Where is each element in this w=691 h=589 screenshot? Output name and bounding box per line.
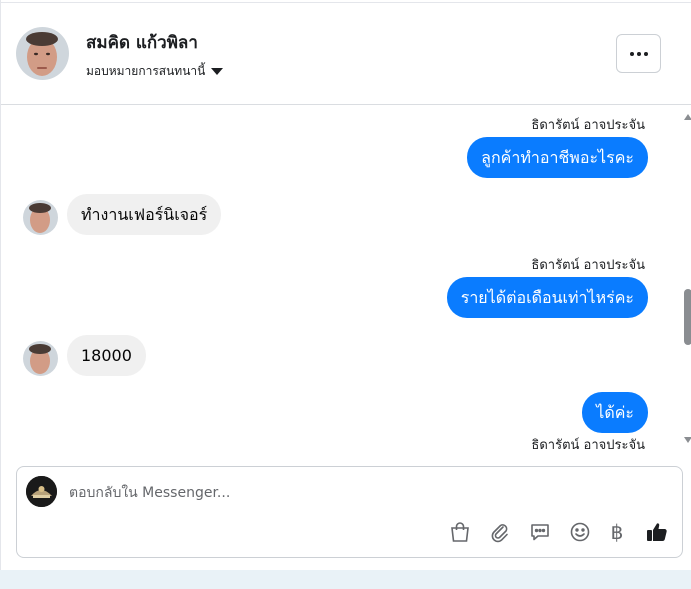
incoming-message[interactable]: ทำงานเฟอร์นิเจอร์: [67, 194, 222, 235]
contact-avatar[interactable]: [16, 27, 69, 80]
message-list[interactable]: ธิดารัตน์ อาจประจัน ลูกค้าทำอาชีพอะไรคะ …: [1, 106, 691, 451]
contact-avatar-small: [23, 341, 58, 376]
conversation-header: สมคิด แก้วพิลา มอบหมายการสนทนานี้: [1, 0, 691, 105]
more-icon: [629, 51, 634, 56]
scroll-thumb[interactable]: [684, 289, 691, 345]
assign-conversation-dropdown[interactable]: มอบหมายการสนทนานี้: [86, 62, 224, 81]
outgoing-message[interactable]: ได้ค่ะ: [582, 392, 648, 433]
shopping-bag-icon[interactable]: [448, 520, 472, 544]
page-avatar: [26, 476, 57, 507]
baht-symbol: ฿: [610, 520, 624, 544]
sender-name: ธิดารัตน์ อาจประจัน: [531, 438, 645, 451]
message-scrollbar[interactable]: [682, 106, 691, 451]
scroll-up-arrow-icon[interactable]: [684, 114, 691, 120]
reply-input[interactable]: [69, 482, 629, 504]
scroll-down-arrow-icon[interactable]: [684, 437, 691, 443]
sender-name: ธิดารัตน์ อาจประจัน: [531, 258, 645, 273]
conversation-panel: สมคิด แก้วพิลา มอบหมายการสนทนานี้ ธิดารั…: [0, 0, 691, 570]
contact-avatar-small: [23, 200, 58, 235]
caret-down-icon: [211, 68, 224, 75]
assign-label: มอบหมายการสนทนานี้: [86, 64, 206, 78]
outgoing-message[interactable]: รายได้ต่อเดือนเท่าไหร่คะ: [446, 277, 648, 318]
more-icon-dot: [643, 51, 648, 56]
more-options-button[interactable]: [616, 34, 661, 73]
sender-name: ธิดารัตน์ อาจประจัน: [531, 118, 645, 133]
bottom-strip: [0, 570, 691, 589]
emoji-icon[interactable]: [568, 520, 592, 544]
contact-name: สมคิด แก้วพิลา: [86, 33, 198, 53]
saved-reply-icon[interactable]: [528, 520, 552, 544]
baht-icon[interactable]: ฿: [605, 520, 629, 544]
thumbs-up-icon[interactable]: [645, 520, 669, 544]
paperclip-icon[interactable]: [488, 520, 512, 544]
incoming-message[interactable]: 18000: [67, 335, 146, 376]
reply-composer: ฿: [16, 466, 683, 558]
outgoing-message[interactable]: ลูกค้าทำอาชีพอะไรคะ: [467, 137, 648, 178]
more-icon-dot: [636, 51, 641, 56]
